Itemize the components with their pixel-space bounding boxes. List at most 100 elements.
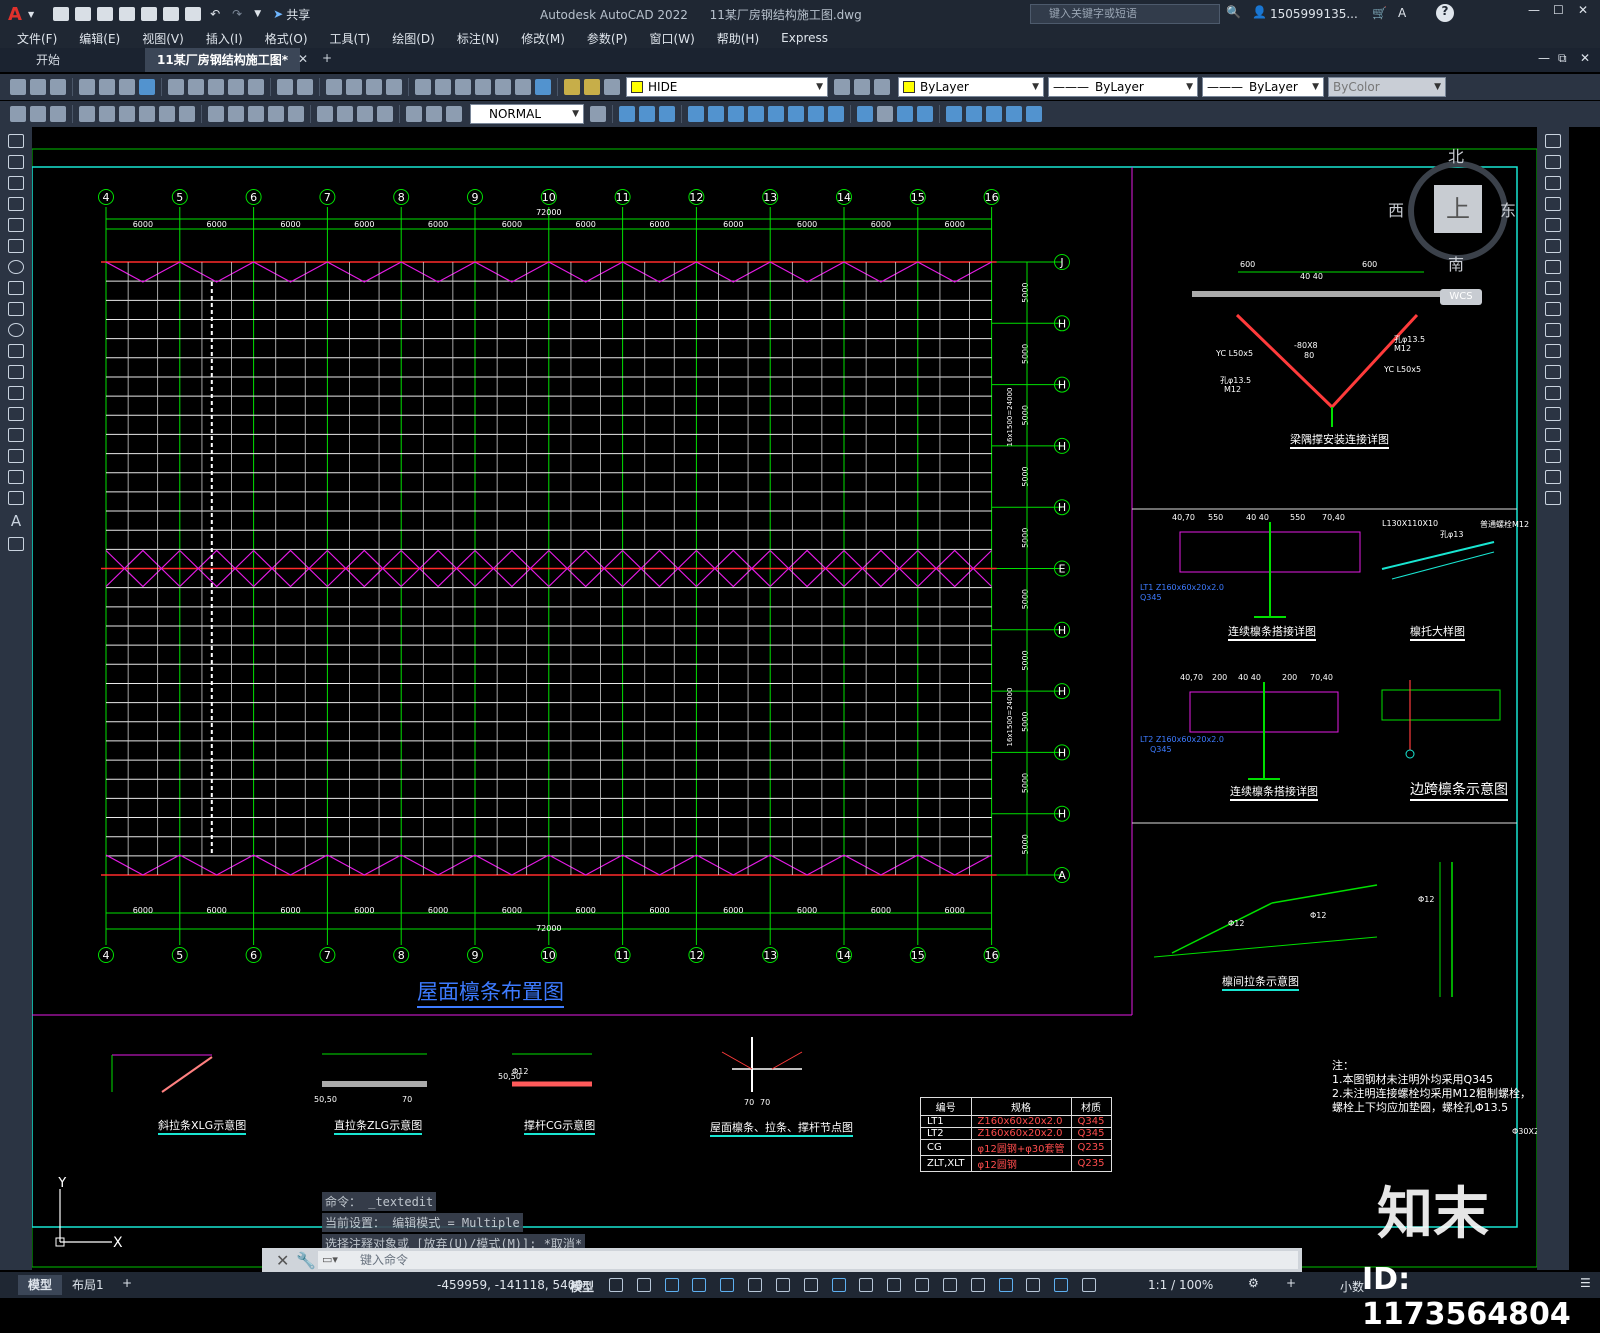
dimarc-icon[interactable] [79, 106, 95, 122]
chamfer-icon[interactable] [1545, 428, 1561, 442]
dimstyle-manager-icon[interactable] [590, 106, 606, 122]
tab-close-icon[interactable]: ✕ [298, 52, 308, 66]
rotate-icon[interactable] [1545, 260, 1561, 274]
polar-icon[interactable] [748, 1277, 763, 1292]
extend-icon[interactable] [1545, 344, 1561, 358]
plotstyle-dropdown[interactable]: ByColor ▼ [1328, 77, 1446, 97]
viewcube-west[interactable]: 西 [1388, 197, 1404, 221]
thicken-icon[interactable] [877, 106, 893, 122]
transparency-icon[interactable] [887, 1277, 902, 1292]
circle-icon[interactable] [8, 260, 24, 274]
doc-close-icon[interactable]: ✕ [1580, 51, 1590, 65]
layer-properties-icon[interactable] [564, 79, 580, 95]
stretch-icon[interactable] [1545, 302, 1561, 316]
point-icon[interactable] [8, 407, 24, 421]
copy-icon[interactable] [188, 79, 204, 95]
minimize-icon[interactable]: — [1528, 3, 1540, 17]
break-icon[interactable] [1545, 386, 1561, 400]
lineweight-icon[interactable] [859, 1277, 874, 1292]
menu-item-6[interactable]: 绘图(D) [381, 30, 446, 47]
menu-item-0[interactable]: 文件(F) [6, 30, 68, 47]
redo-tb-icon[interactable] [297, 79, 313, 95]
user-name[interactable]: 1505999135... [1270, 7, 1358, 21]
calculator-icon[interactable] [515, 79, 531, 95]
undo-tb-icon[interactable] [277, 79, 293, 95]
sweep-icon[interactable] [728, 106, 744, 122]
annotation-visibility-icon[interactable] [1054, 1277, 1069, 1292]
zoom-previous-icon[interactable] [386, 79, 402, 95]
grid-icon[interactable] [609, 1277, 623, 1292]
zoom-realtime-icon[interactable] [346, 79, 362, 95]
dimordinate-icon[interactable] [99, 106, 115, 122]
auto-scale-icon[interactable] [1082, 1277, 1097, 1292]
open-web-icon[interactable] [141, 7, 158, 21]
app-menu-chevron-icon[interactable]: ▼ [28, 10, 34, 19]
slice-icon[interactable] [857, 106, 873, 122]
dynamic-ucs-icon[interactable] [970, 1277, 985, 1292]
undo-icon[interactable]: ↶ [210, 7, 220, 21]
center-mark-icon[interactable] [337, 106, 353, 122]
separate-icon[interactable] [917, 106, 933, 122]
tab-layout1[interactable]: 布局1 [62, 1275, 114, 1295]
qdim-icon[interactable] [10, 106, 26, 122]
presspull-icon[interactable] [768, 106, 784, 122]
preview-icon[interactable] [99, 79, 115, 95]
trim-icon[interactable] [1545, 323, 1561, 337]
dimradius-icon[interactable] [119, 106, 135, 122]
polygon-icon[interactable] [8, 197, 24, 211]
help-tb-icon[interactable] [535, 79, 551, 95]
add-selected-icon[interactable] [8, 537, 24, 551]
annotation-scale[interactable]: 1:1 / 100% [1148, 1278, 1213, 1292]
revolve-icon[interactable] [708, 106, 724, 122]
open-file-icon[interactable] [75, 7, 92, 21]
fillet-icon[interactable] [1545, 449, 1561, 463]
cut-icon[interactable] [168, 79, 184, 95]
search-input[interactable]: 键入关键字或短语 [1031, 7, 1137, 20]
xline-icon[interactable] [8, 155, 24, 169]
linetype-dropdown[interactable]: ——— ByLayer ▼ [1048, 77, 1198, 97]
dimdiameter-icon[interactable] [159, 106, 175, 122]
explode-icon[interactable] [1545, 491, 1561, 505]
help-icon[interactable]: ? [1436, 4, 1454, 22]
dimlinear-icon[interactable] [30, 106, 46, 122]
viewcube-north[interactable]: 北 [1448, 143, 1464, 167]
markup-icon[interactable] [495, 79, 511, 95]
arc-icon[interactable] [8, 239, 24, 253]
cone-icon[interactable] [659, 106, 675, 122]
add-layout-icon[interactable]: + [122, 1276, 132, 1290]
save-as-icon[interactable] [119, 7, 136, 21]
object-snap-icon[interactable] [831, 1277, 846, 1292]
gizmo-icon[interactable] [1026, 1277, 1041, 1292]
maximize-icon[interactable]: ☐ [1553, 3, 1564, 17]
gradient-icon[interactable] [8, 449, 24, 463]
dimbreak-icon[interactable] [288, 106, 304, 122]
dimbaseline-icon[interactable] [228, 106, 244, 122]
table-icon[interactable] [8, 491, 24, 505]
layer-dropdown[interactable]: HIDE ▼ [626, 77, 828, 97]
isodraft-icon[interactable] [775, 1277, 790, 1292]
customize-command-icon[interactable]: 🔧 [296, 1251, 316, 1270]
drawing-canvas[interactable]: 4 4 5 5 6 6 7 7 8 8 9 9 10 10 11 11 12 12 13 13 14 14 15 15 16 16… [32, 127, 1547, 1270]
color-dropdown[interactable]: ByLayer ▼ [898, 77, 1044, 97]
loft-icon[interactable] [748, 106, 764, 122]
dimtedit-icon[interactable] [426, 106, 442, 122]
mtext-icon[interactable]: A [0, 512, 32, 530]
plot-icon[interactable] [185, 7, 202, 21]
publish-icon[interactable] [119, 79, 135, 95]
sheetset-icon[interactable] [475, 79, 491, 95]
layer-previous-icon[interactable] [854, 79, 870, 95]
model-space-button[interactable]: 模型 [570, 1278, 594, 1295]
ucs-view-icon[interactable] [1026, 106, 1042, 122]
selection-cycling-icon[interactable] [915, 1277, 930, 1292]
close-icon[interactable]: ✕ [1578, 3, 1588, 17]
menu-item-9[interactable]: 参数(P) [576, 30, 639, 47]
tab-start[interactable]: 开始 [24, 48, 72, 72]
jogline-icon[interactable] [377, 106, 393, 122]
menu-item-1[interactable]: 编辑(E) [68, 30, 131, 47]
ellipse-arc-icon[interactable] [8, 344, 24, 358]
selection-filter-icon[interactable] [998, 1277, 1013, 1292]
move-icon[interactable] [1545, 239, 1561, 253]
layer-match-icon[interactable] [604, 79, 620, 95]
infer-constraints-icon[interactable] [664, 1277, 679, 1292]
dimspace-icon[interactable] [268, 106, 284, 122]
